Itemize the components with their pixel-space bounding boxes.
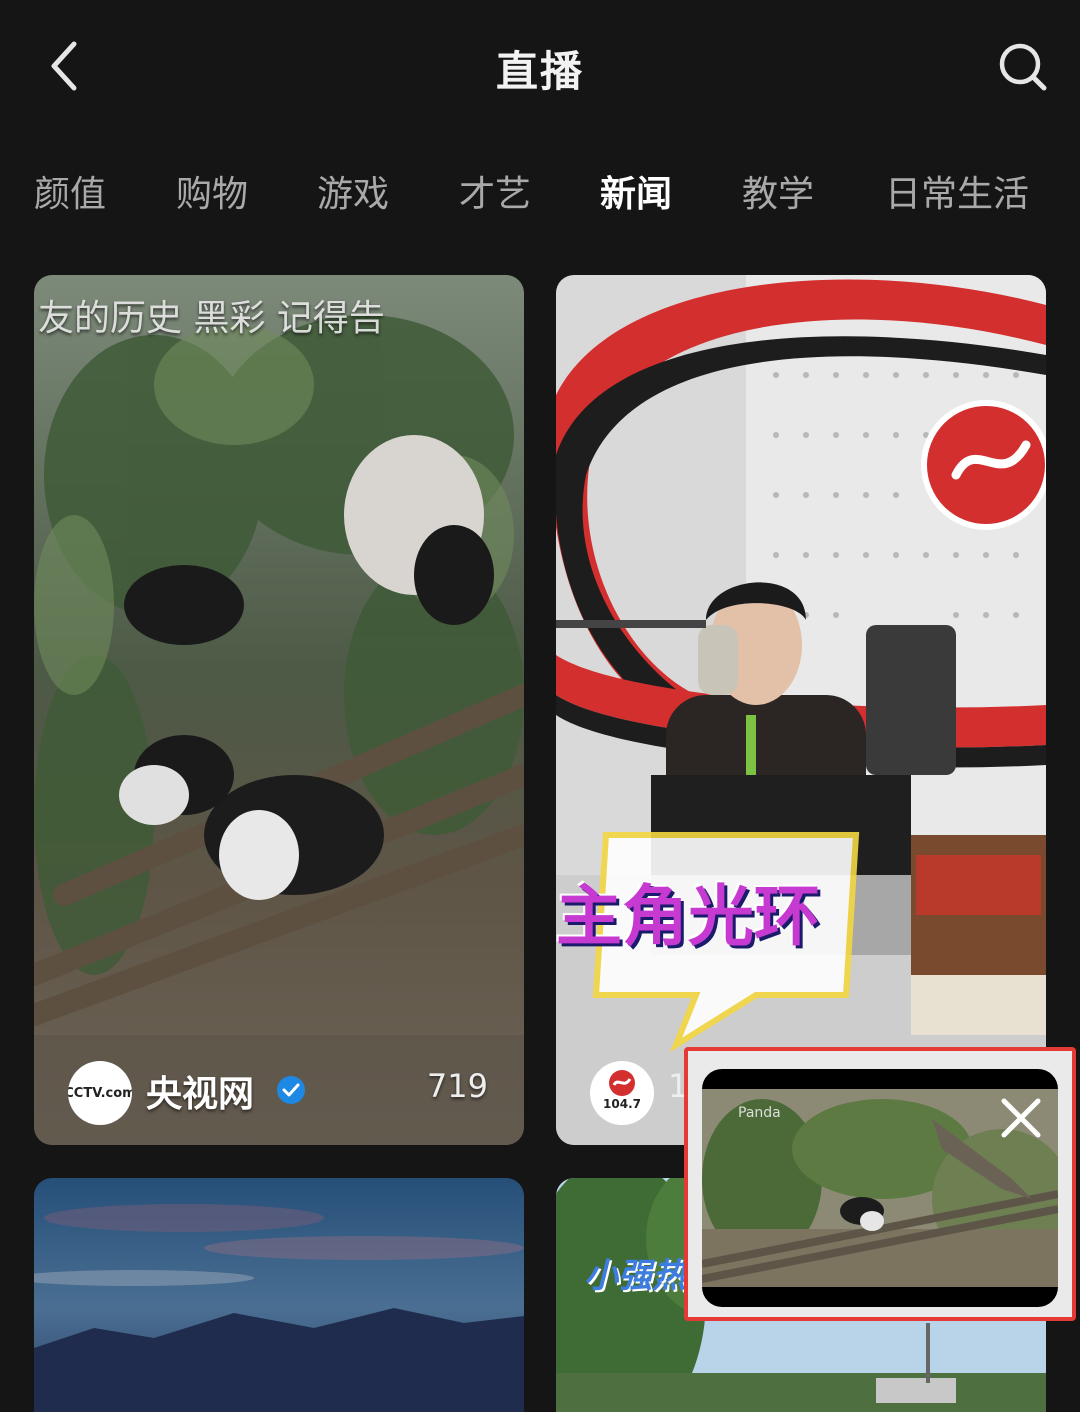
mini-player-frame: Panda: [702, 1069, 1058, 1307]
tab-teaching[interactable]: 教学: [742, 165, 814, 225]
channel-logo-text: 小强热: [584, 1256, 686, 1296]
page-title: 直播: [495, 47, 584, 96]
stream-thumbnail: [34, 1178, 524, 1412]
avatar[interactable]: 104.7: [590, 1061, 654, 1125]
search-button[interactable]: [996, 34, 1052, 98]
live-card-landscape[interactable]: [34, 1178, 524, 1412]
stream-thumbnail: [34, 275, 524, 1145]
stream-caption: 友的历史 黑彩 记得告: [38, 298, 385, 339]
tab-talent[interactable]: 才艺: [459, 165, 531, 225]
close-icon[interactable]: [998, 1095, 1044, 1141]
tab-shopping[interactable]: 购物: [176, 165, 248, 225]
tab-daily-life[interactable]: 日常生活: [885, 165, 1029, 225]
viewer-count: 719: [426, 1067, 488, 1105]
live-card-cctv[interactable]: 友的历史 黑彩 记得告 CCTV.com 央视网 719: [34, 275, 524, 1145]
top-bar: 直播: [0, 0, 1080, 135]
floating-mini-player[interactable]: Panda: [684, 1047, 1076, 1321]
avatar-logo-text: CCTV.com: [68, 1085, 132, 1101]
tab-games[interactable]: 游戏: [317, 165, 389, 225]
live-stream-page: 直播 颜值 购物 游戏 才艺 新闻 教学 日常生活 友的历史 黑彩 记得告 CC…: [0, 0, 1080, 1412]
category-tabs: 颜值 购物 游戏 才艺 新闻 教学 日常生活: [0, 165, 1080, 235]
card-footer: CCTV.com 央视网 719: [34, 1035, 524, 1145]
mini-player-watermark: Panda: [738, 1105, 781, 1121]
banner-text: 主角光环: [556, 878, 820, 955]
channel-name: 央视网: [146, 1074, 255, 1115]
verified-icon: [277, 1076, 305, 1104]
tab-news[interactable]: 新闻: [600, 165, 672, 225]
search-icon: [999, 43, 1047, 91]
live-card-radio[interactable]: 主角光环 104.7 1: [556, 275, 1046, 1145]
tab-yanzhi[interactable]: 颜值: [34, 165, 106, 225]
radio-logo-icon: [609, 1070, 635, 1096]
avatar[interactable]: CCTV.com: [68, 1061, 132, 1125]
radio-frequency: 104.7: [603, 1097, 641, 1111]
stream-thumbnail: [556, 275, 1046, 1145]
